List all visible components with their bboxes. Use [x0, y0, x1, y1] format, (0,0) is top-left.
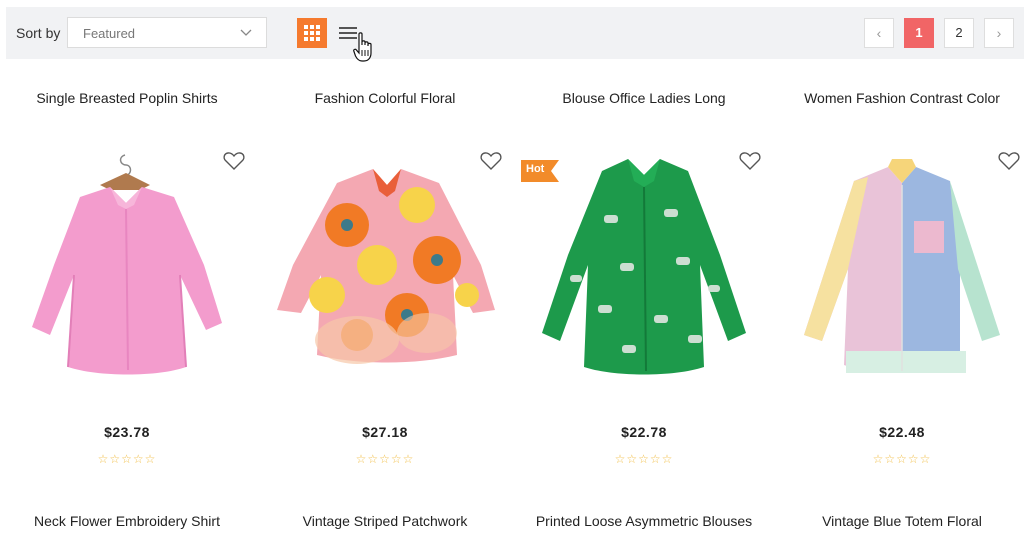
next-page-button[interactable]: ›	[984, 18, 1014, 48]
hot-badge-label: Hot	[526, 163, 545, 175]
product-title[interactable]: Single Breasted Poplin Shirts	[0, 90, 256, 106]
shop-toolbar: Sort by Featured ‹ 1 2 ›	[6, 7, 1024, 62]
sort-select-value: Featured	[83, 26, 136, 41]
rating-stars: ☆☆☆☆☆	[97, 452, 157, 466]
rating-stars: ☆☆☆☆☆	[872, 452, 932, 466]
product-image-green-blouse[interactable]	[524, 145, 764, 395]
product-title[interactable]: Vintage Blue Totem Floral	[773, 513, 1029, 529]
product-image-pink-shirt[interactable]	[8, 145, 248, 395]
grid-view-icon	[304, 25, 320, 41]
product-title[interactable]: Women Fashion Contrast Color	[773, 90, 1029, 106]
product-price: $27.18	[362, 424, 408, 440]
wishlist-heart-icon[interactable]	[997, 149, 1021, 173]
hand-cursor-icon	[353, 32, 372, 62]
product-title[interactable]: Fashion Colorful Floral	[256, 90, 514, 106]
product-price: $23.78	[104, 424, 150, 440]
product-image-floral-shirt[interactable]	[267, 145, 507, 395]
product-price: $22.78	[621, 424, 667, 440]
page-2-button[interactable]: 2	[944, 18, 974, 48]
product-title[interactable]: Neck Flower Embroidery Shirt	[0, 513, 256, 529]
page-1-button[interactable]: 1	[904, 18, 934, 48]
rating-stars: ☆☆☆☆☆	[614, 452, 674, 466]
product-title[interactable]: Blouse Office Ladies Long	[515, 90, 773, 106]
prev-page-button[interactable]: ‹	[864, 18, 894, 48]
product-title[interactable]: Vintage Striped Patchwork	[256, 513, 514, 529]
product-image-colorblock-shirt[interactable]	[782, 145, 1022, 395]
wishlist-heart-icon[interactable]	[222, 149, 246, 173]
grid-view-button[interactable]	[297, 18, 327, 48]
chevron-down-icon	[240, 29, 252, 36]
rating-stars: ☆☆☆☆☆	[355, 452, 415, 466]
wishlist-heart-icon[interactable]	[479, 149, 503, 173]
sort-select[interactable]: Featured	[67, 17, 267, 48]
sort-label: Sort by	[16, 25, 61, 41]
product-price: $22.48	[879, 424, 925, 440]
list-view-icon	[339, 27, 357, 29]
product-title[interactable]: Printed Loose Asymmetric Blouses	[515, 513, 773, 529]
wishlist-heart-icon[interactable]	[738, 149, 762, 173]
